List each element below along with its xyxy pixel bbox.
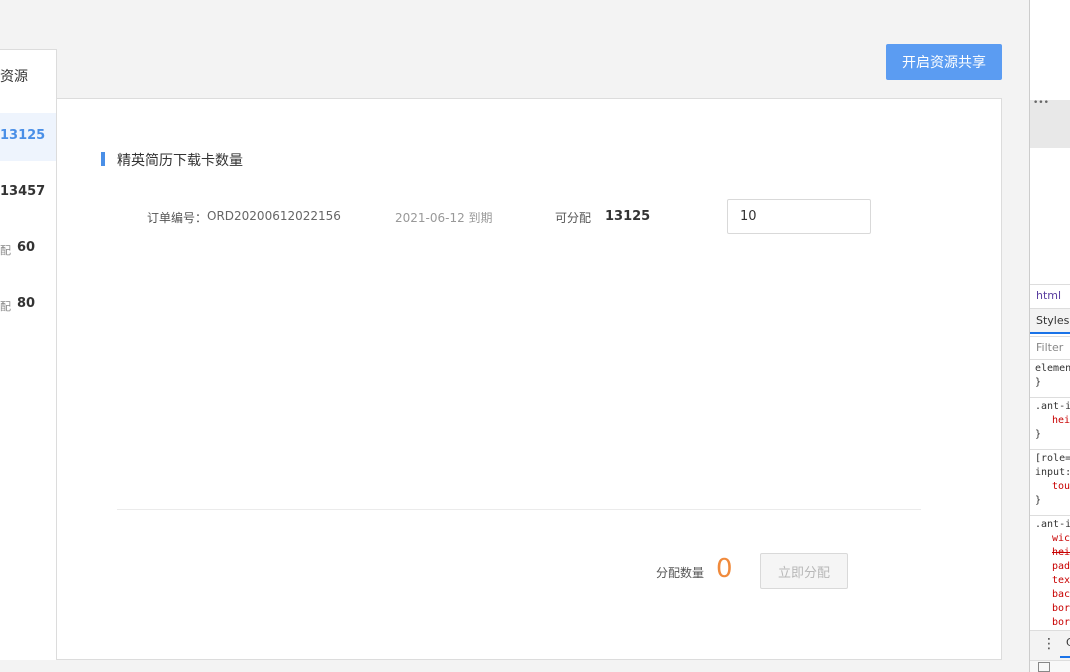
style-rule-line: tou [1052, 481, 1070, 492]
style-rule-line: } [1035, 429, 1042, 440]
section-accent-bar [101, 152, 105, 166]
style-rule-line: tex [1052, 575, 1070, 586]
resource-list-item[interactable]: 13457 [0, 169, 56, 217]
style-rule-line: } [1035, 495, 1042, 506]
resource-item-value: 13125 [0, 128, 46, 143]
resource-item-prefix: 配 [0, 244, 11, 257]
style-rule-line: element [1035, 363, 1070, 374]
style-rule-line: [role= [1035, 453, 1070, 464]
dock-icon[interactable] [1038, 662, 1050, 672]
style-rule-separator [1030, 390, 1070, 398]
devtools-panel: ••• html Styles Filter element} .ant-i hei… [1029, 0, 1070, 672]
devtools-console-tab[interactable]: C [1066, 636, 1070, 649]
style-rule-line: bor [1052, 617, 1070, 628]
resource-item-value: 13457 [0, 184, 46, 199]
section-title: 精英简历下载卡数量 [117, 153, 243, 169]
devtools-breadcrumb[interactable]: html [1030, 284, 1070, 306]
allocation-count-label: 分配数量 [656, 566, 705, 580]
style-rule-line: hei [1052, 415, 1070, 426]
tab-resource[interactable]: 资源 [0, 49, 57, 99]
kebab-menu-icon[interactable]: ⋮ [1042, 636, 1056, 652]
resource-list-item[interactable]: 配 60 [0, 225, 56, 273]
more-dots-icon[interactable]: ••• [1033, 98, 1049, 108]
devtools-style-rules: element} .ant-i hei} [role= input: tou} .ant-i… [1030, 362, 1070, 630]
style-rule-line: input: [1035, 467, 1070, 478]
devtools-filter-input[interactable]: Filter [1030, 336, 1070, 360]
assignable-label: 可分配 [555, 211, 592, 225]
style-rule-line: } [1035, 377, 1042, 388]
resource-item-value: 60 [17, 240, 36, 255]
console-tab-indicator [1060, 656, 1070, 658]
assignable-value: 13125 [605, 209, 651, 224]
style-rule-line: .ant-i [1035, 519, 1070, 530]
allocation-card: 精英简历下载卡数量 订单编号： ORD20200612022156 2021-0… [56, 98, 1002, 660]
style-rule-line: hei [1052, 547, 1070, 558]
devtools-footer [1030, 660, 1070, 672]
resource-list: 13125 13457 配 60 配 80 [0, 98, 57, 660]
style-rule-separator [1030, 508, 1070, 516]
style-rule-line: pad [1052, 561, 1070, 572]
devtools-styles-tab[interactable]: Styles [1030, 308, 1070, 334]
assign-now-button[interactable]: 立即分配 [760, 553, 848, 589]
resource-list-item[interactable]: 配 80 [0, 281, 56, 329]
order-number: ORD20200612022156 [207, 209, 341, 223]
expiry-date: 2021-06-12 到期 [395, 211, 493, 225]
resource-item-prefix: 配 [0, 300, 11, 313]
style-rule-line: .ant-i [1035, 401, 1070, 412]
resource-list-item[interactable]: 13125 [0, 113, 56, 161]
style-rule-line: bor [1052, 603, 1070, 614]
allocation-quantity-input[interactable] [727, 199, 871, 234]
style-rule-separator [1030, 442, 1070, 450]
allocation-count-value: 0 [716, 554, 733, 584]
tab-active-indicator [1030, 332, 1070, 334]
enable-resource-sharing-button[interactable]: 开启资源共享 [886, 44, 1002, 80]
resource-item-value: 80 [17, 296, 36, 311]
order-number-label: 订单编号： [147, 211, 208, 225]
style-rule-line: bac [1052, 589, 1070, 600]
page-bottom-strip [0, 660, 1029, 672]
divider [117, 509, 921, 510]
style-rule-line: wic [1052, 533, 1070, 544]
tab-resource-label: 资源 [0, 69, 28, 85]
